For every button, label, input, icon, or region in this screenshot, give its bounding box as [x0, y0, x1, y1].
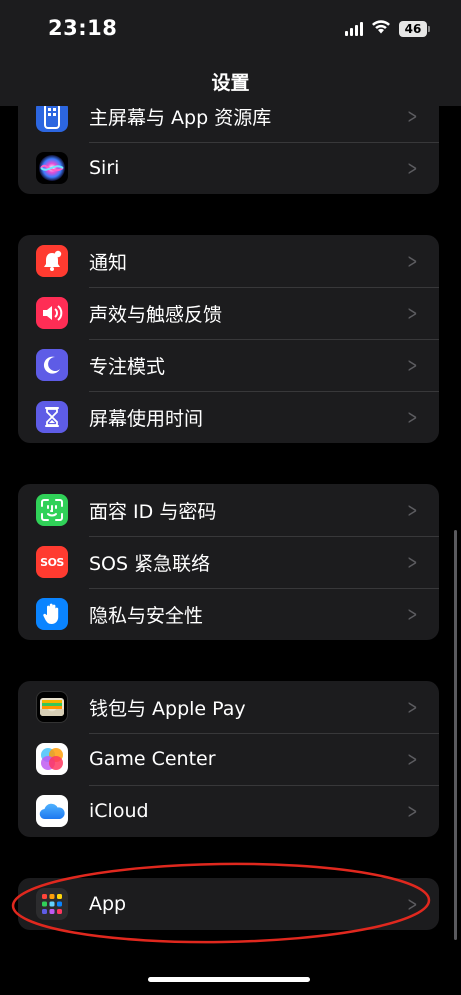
row-label: Game Center	[89, 748, 216, 770]
chevron-right-icon: >	[407, 550, 418, 574]
status-and-nav-bar: 23:18 46 设置	[0, 0, 461, 106]
row-emergency-sos[interactable]: SOS SOS 紧急联络 >	[18, 536, 439, 588]
bell-icon	[36, 245, 68, 277]
face-id-icon	[36, 494, 68, 526]
row-label: iCloud	[89, 800, 149, 822]
row-label: 声效与触感反馈	[89, 303, 223, 326]
row-label: 隐私与安全性	[89, 604, 204, 627]
game-center-icon	[36, 743, 68, 775]
row-apps[interactable]: App >	[18, 878, 439, 930]
status-indicators: 46	[345, 19, 430, 38]
row-label: 钱包与 Apple Pay	[89, 697, 246, 720]
chevron-right-icon: >	[407, 747, 418, 771]
chevron-right-icon: >	[407, 498, 418, 522]
hand-icon	[36, 598, 68, 630]
chevron-right-icon: >	[407, 156, 418, 180]
row-focus[interactable]: 专注模式 >	[18, 339, 439, 391]
chevron-right-icon: >	[407, 695, 418, 719]
chevron-right-icon: >	[407, 353, 418, 377]
chevron-right-icon: >	[407, 892, 418, 916]
row-label: Siri	[89, 157, 120, 179]
chevron-right-icon: >	[407, 249, 418, 273]
row-notifications[interactable]: 通知 >	[18, 235, 439, 287]
chevron-right-icon: >	[407, 602, 418, 626]
battery-icon: 46	[399, 20, 430, 37]
wallet-icon	[36, 691, 68, 723]
settings-screen: 23:18 46 设置 主屏幕与 App 资源库 > Siri > 通知 > 声…	[0, 0, 461, 995]
home-indicator[interactable]	[148, 977, 310, 982]
row-screen-time[interactable]: 屏幕使用时间 >	[18, 391, 439, 443]
row-wallet[interactable]: 钱包与 Apple Pay >	[18, 681, 439, 733]
settings-group-4: 钱包与 Apple Pay > Game Center > iCloud >	[18, 681, 439, 837]
row-label: App	[89, 893, 127, 915]
chevron-right-icon: >	[407, 405, 418, 429]
app-grid-icon	[36, 888, 68, 920]
row-label: SOS 紧急联络	[89, 552, 211, 575]
row-label: 面容 ID 与密码	[89, 500, 217, 523]
speaker-icon	[36, 297, 68, 329]
siri-icon	[36, 152, 68, 184]
row-label: 屏幕使用时间	[89, 407, 204, 430]
row-label: 专注模式	[89, 355, 166, 378]
cellular-signal-icon	[345, 21, 363, 36]
row-privacy-security[interactable]: 隐私与安全性 >	[18, 588, 439, 640]
settings-group-3: 面容 ID 与密码 > SOS SOS 紧急联络 > 隐私与安全性 >	[18, 484, 439, 640]
chevron-right-icon: >	[407, 799, 418, 823]
cloud-icon	[36, 795, 68, 827]
row-icloud[interactable]: iCloud >	[18, 785, 439, 837]
settings-group-2: 通知 > 声效与触感反馈 > 专注模式 > 屏幕使用时间 >	[18, 235, 439, 443]
wifi-icon	[371, 19, 391, 38]
chevron-right-icon: >	[407, 104, 418, 128]
page-title: 设置	[211, 72, 250, 94]
status-time: 23:18	[48, 16, 118, 40]
scroll-indicator[interactable]	[454, 530, 457, 940]
sos-icon: SOS	[36, 546, 68, 578]
row-label: 通知	[89, 251, 128, 274]
moon-icon	[36, 349, 68, 381]
row-game-center[interactable]: Game Center >	[18, 733, 439, 785]
chevron-right-icon: >	[407, 301, 418, 325]
row-sounds-haptics[interactable]: 声效与触感反馈 >	[18, 287, 439, 339]
row-face-id[interactable]: 面容 ID 与密码 >	[18, 484, 439, 536]
settings-group-5: App >	[18, 878, 439, 930]
row-label: 主屏幕与 App 资源库	[89, 106, 272, 129]
row-siri[interactable]: Siri >	[18, 142, 439, 194]
hourglass-icon	[36, 401, 68, 433]
